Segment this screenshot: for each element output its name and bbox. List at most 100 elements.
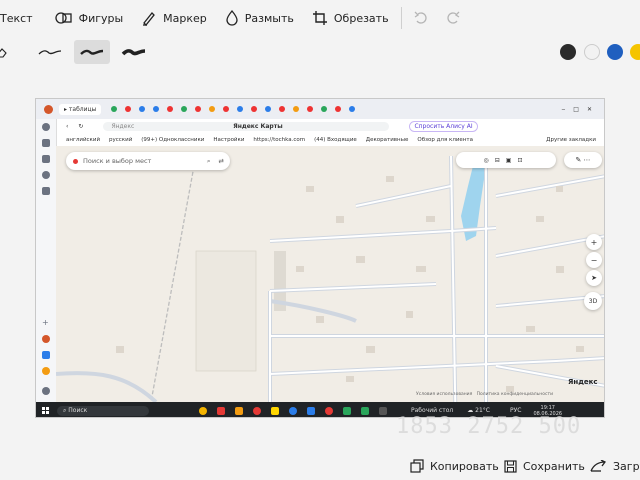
editor-toolbar: Текст Фигуры Маркер Размыть Обрезать (0, 0, 640, 36)
shapes-tool-label: Фигуры (78, 11, 124, 25)
sidebar-add-icon[interactable]: + (42, 319, 50, 327)
reload-icon[interactable]: ↻ (78, 123, 83, 130)
blur-tool[interactable]: Размыть (219, 0, 300, 36)
captured-screenshot[interactable]: ▸ таблицы ‒□✕ ‹ ↻ Яндекс Яндекс Карты Сп… (35, 98, 605, 418)
pen-options-bar (0, 36, 640, 68)
tab-active[interactable]: ▸ таблицы (59, 103, 102, 115)
address-site: Яндекс (111, 123, 135, 130)
thick-stroke-icon (121, 49, 146, 56)
undo-button[interactable] (408, 0, 440, 36)
marker-icon (143, 12, 156, 26)
color-swatch-yellow[interactable] (630, 44, 640, 60)
map-layers-panel[interactable]: ◎⊟▣⊡ (456, 152, 556, 168)
marker-tool-label: Маркер (163, 11, 207, 25)
bookmark-item[interactable]: Декоративные (366, 137, 409, 143)
color-swatch-black[interactable] (560, 44, 576, 60)
browser-sidebar: + (36, 119, 57, 402)
map-search-box[interactable]: Поиск и выбор мест ⌕ ⇄ (66, 152, 230, 170)
map-3d-button[interactable]: 3D (584, 292, 602, 310)
undo-icon (414, 11, 427, 24)
bookmark-item[interactable]: Обзор для клиента (417, 137, 473, 143)
save-icon (504, 459, 517, 473)
sidebar-history-icon[interactable] (42, 171, 50, 179)
ask-alice-button[interactable]: Спросить Алису AI (409, 121, 478, 132)
bottom-action-bar: Копировать Сохранить Загру (0, 452, 640, 480)
bookmark-item[interactable]: английский (66, 137, 100, 143)
bookmark-item[interactable]: русский (109, 137, 132, 143)
taskbar-temp: 21°C (475, 407, 490, 414)
zoom-out-button[interactable]: − (586, 252, 602, 268)
taskbar-search-label: Поиск (68, 406, 88, 414)
back-icon[interactable]: ‹ (66, 123, 68, 130)
copy-label: Копировать (430, 459, 499, 473)
watermark-text: 1853 2752 500 (396, 414, 582, 439)
copy-icon (410, 459, 424, 473)
save-button[interactable]: Сохранить (504, 460, 585, 473)
sidebar-docs-icon[interactable] (42, 351, 50, 359)
share-label: Загру (613, 459, 640, 473)
sidebar-gallery-icon[interactable] (42, 155, 50, 163)
copy-button[interactable]: Копировать (410, 459, 499, 473)
browser-tab-strip: ▸ таблицы ‒□✕ (36, 99, 604, 119)
map-canvas[interactable]: Поиск и выбор мест ⌕ ⇄ ◎⊟▣⊡ ✎ ⋯ + − ➤ 3D… (56, 146, 604, 402)
pen-medium[interactable] (74, 40, 110, 64)
sidebar-play-icon[interactable] (42, 123, 50, 131)
thin-stroke-icon (38, 50, 62, 55)
text-tool-label: Текст (0, 11, 33, 25)
share-icon (590, 459, 606, 472)
pen-thin[interactable] (32, 40, 68, 64)
crop-tool[interactable]: Обрезать (306, 0, 395, 36)
sidebar-copy-icon[interactable] (42, 139, 50, 147)
map-pin-icon (73, 158, 78, 164)
start-icon[interactable] (42, 407, 49, 414)
map-footer[interactable]: Условия использования Политика конфиденц… (416, 392, 553, 397)
bookmark-item[interactable]: Настройки (213, 137, 244, 143)
sidebar-app1-icon[interactable] (42, 335, 50, 343)
toolbar-divider (400, 7, 402, 29)
map-search-input[interactable]: Поиск и выбор мест (83, 157, 207, 165)
address-bar: ‹ ↻ Яндекс Яндекс Карты Спросить Алису A… (36, 119, 604, 134)
bookmark-item[interactable]: (44) Входящие (314, 137, 357, 143)
taskbar-lang[interactable]: РУС (510, 407, 521, 414)
locate-button[interactable]: ➤ (586, 270, 602, 286)
save-label: Сохранить (523, 459, 585, 473)
window-controls[interactable]: ‒□✕ (561, 106, 600, 113)
blur-tool-label: Размыть (244, 11, 294, 25)
color-swatch-blue[interactable] (607, 44, 623, 60)
pen-thick[interactable] (116, 40, 152, 64)
crop-tool-label: Обрезать (333, 11, 389, 25)
map-route-icon[interactable]: ⇄ (219, 157, 224, 165)
share-button[interactable]: Загру (589, 459, 640, 473)
taskbar-search[interactable]: ⌕ Поиск (57, 405, 149, 416)
profile-avatar[interactable] (44, 104, 53, 114)
marker-tool[interactable]: Маркер (135, 0, 213, 36)
map-3d-label: 3D (588, 297, 598, 305)
ask-alice-label: Спросить Алису AI (414, 123, 473, 130)
sidebar-apps-icon[interactable] (42, 187, 50, 195)
address-field[interactable]: Яндекс Яндекс Карты (103, 122, 390, 131)
eraser-icon (0, 48, 7, 58)
color-swatch-white[interactable] (584, 44, 600, 60)
text-tool[interactable]: Текст (0, 0, 39, 36)
shapes-tool[interactable]: Фигуры (49, 0, 130, 36)
bookmark-item[interactable]: (99+) Одноклассники (141, 137, 204, 143)
bookmark-item[interactable]: Другие закладки (546, 137, 596, 143)
sidebar-app2-icon[interactable] (42, 367, 50, 375)
taskbar-weather: ☁ 21°C (467, 407, 490, 414)
drop-icon (226, 10, 238, 26)
map-tools-panel[interactable]: ✎ ⋯ (564, 152, 602, 168)
redo-button[interactable] (440, 0, 472, 36)
map-brand: Яндекс (568, 378, 598, 386)
zoom-in-button[interactable]: + (586, 234, 602, 250)
tab-label: таблицы (68, 105, 97, 113)
taskbar-desktop[interactable]: Рабочий стол (411, 407, 453, 414)
sidebar-settings-icon[interactable] (42, 387, 50, 395)
crop-icon (312, 11, 327, 25)
medium-stroke-icon (80, 49, 104, 55)
eraser-button[interactable] (0, 40, 12, 64)
map-search-icon[interactable]: ⌕ (207, 157, 211, 166)
address-title: Яндекс Карты (233, 123, 283, 130)
taskbar-pinned-apps[interactable] (199, 406, 387, 415)
redo-icon (446, 11, 460, 24)
bookmark-item[interactable]: https://tochka.com (253, 137, 305, 143)
